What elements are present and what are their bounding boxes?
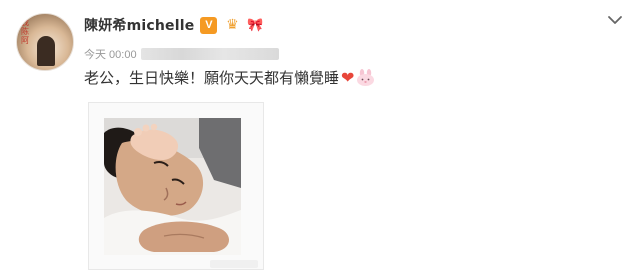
author-name[interactable]: 陳妍希michelle — [84, 15, 194, 35]
avatar[interactable]: 我陈阿 — [16, 13, 74, 71]
crown-icon[interactable]: ♛ — [223, 17, 241, 34]
author-row: 陳妍希michelle V ♛ 🎀 — [84, 14, 264, 36]
post-timestamp[interactable]: 今天 00:00 — [84, 46, 137, 62]
post-text: 老公，生日快樂！願你天天都有懶覺睡 — [84, 68, 340, 87]
blurred-source — [140, 48, 279, 60]
watermark — [210, 260, 258, 268]
gift-icon[interactable]: 🎀 — [247, 17, 263, 34]
avatar-sign-text: 我陈阿 — [21, 18, 29, 45]
avatar-figure — [37, 36, 55, 66]
verified-v-icon[interactable]: V — [200, 16, 218, 34]
post-body: 老公，生日快樂！願你天天都有懶覺睡 ❤ — [84, 66, 375, 88]
post-meta: 今天 00:00 — [84, 46, 279, 62]
chevron-down-icon[interactable] — [607, 12, 623, 28]
post-photo[interactable] — [104, 118, 241, 255]
heart-icon: ❤ — [341, 67, 355, 87]
bunny-icon — [357, 68, 375, 86]
